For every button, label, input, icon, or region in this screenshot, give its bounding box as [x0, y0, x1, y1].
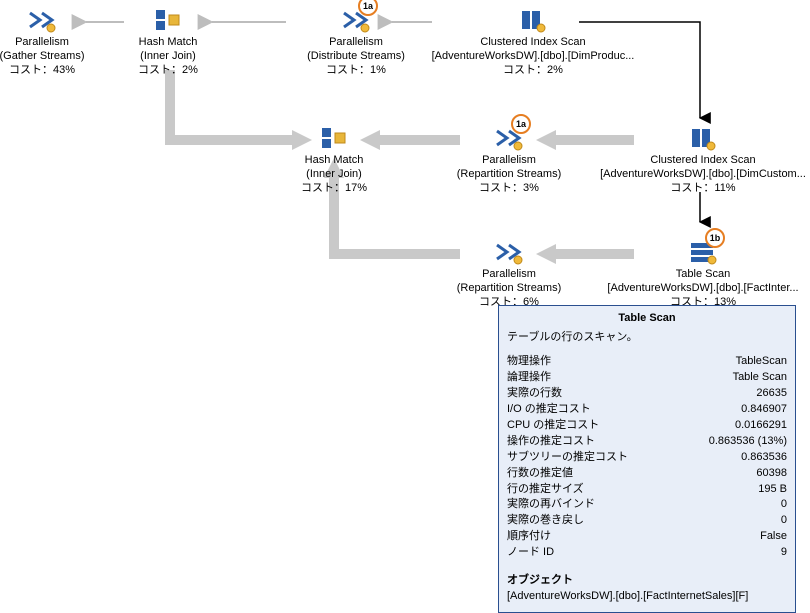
node-title: Clustered Index Scan [418, 36, 648, 50]
parallelism-icon: 1a [493, 124, 525, 152]
node-cost: コスト：3% [424, 182, 594, 196]
tooltip-row: 操作の推定コスト 0.863536 (13%) [507, 434, 787, 450]
tooltip-row-value: TableScan [736, 354, 787, 370]
hash-match-icon [152, 6, 184, 34]
tooltip-row: 行の推定サイズ 195 B [507, 482, 787, 498]
node-parallelism-repartition-2[interactable]: Parallelism (Repartition Streams) コスト：6% [424, 238, 594, 309]
node-parallelism-gather[interactable]: Parallelism (Gather Streams) コスト：43% [0, 6, 112, 77]
tooltip-row-key: 順序付け [507, 529, 551, 545]
node-sub: (Inner Join) [98, 50, 238, 64]
node-title: Table Scan [588, 268, 810, 282]
node-sub: [AdventureWorksDW].[dbo].[DimCustom... [588, 168, 810, 182]
tooltip-row-value: 0.0166291 [735, 418, 787, 434]
tooltip-row: 順序付け False [507, 529, 787, 545]
tooltip-row-key: 実際の再バインド [507, 497, 595, 513]
node-parallelism-repartition-1[interactable]: 1a Parallelism (Repartition Streams) コスト… [424, 124, 594, 195]
badge-1a: 1a [511, 114, 531, 134]
node-sub: (Distribute Streams) [276, 50, 436, 64]
tooltip-row-key: 物理操作 [507, 354, 551, 370]
node-hash-match-2[interactable]: Hash Match (Inner Join) コスト：17% [264, 124, 404, 195]
tooltip-row-key: 行の推定サイズ [507, 482, 584, 498]
tooltip-object-value: [AdventureWorksDW].[dbo].[FactInternetSa… [507, 589, 787, 604]
table-scan-icon: 1b [687, 238, 719, 266]
tooltip-row-value: 60398 [756, 466, 787, 482]
node-clustered-scan-dimcustomer[interactable]: Clustered Index Scan [AdventureWorksDW].… [588, 124, 810, 195]
tooltip-row-value: Table Scan [733, 370, 787, 386]
node-clustered-scan-dimproduct[interactable]: Clustered Index Scan [AdventureWorksDW].… [418, 6, 648, 77]
tooltip-row-value: 9 [781, 545, 787, 561]
tooltip-row-key: 実際の行数 [507, 386, 562, 402]
tooltip-row-key: 操作の推定コスト [507, 434, 595, 450]
node-cost: コスト：1% [276, 64, 436, 78]
node-title: Clustered Index Scan [588, 154, 810, 168]
tooltip-row-value: 0.846907 [741, 402, 787, 418]
node-cost: コスト：2% [98, 64, 238, 78]
node-cost: コスト：43% [0, 64, 112, 78]
node-title: Parallelism [424, 154, 594, 168]
tooltip-row: 論理操作 Table Scan [507, 370, 787, 386]
tooltip-desc: テーブルの行のスキャン。 [507, 328, 787, 344]
tooltip-row-key: CPU の推定コスト [507, 418, 599, 434]
node-sub: (Repartition Streams) [424, 282, 594, 296]
tooltip-row-key: 論理操作 [507, 370, 551, 386]
parallelism-icon: 1a [340, 6, 372, 34]
tooltip-row-value: 195 B [758, 482, 787, 498]
tooltip-row-value: False [760, 529, 787, 545]
badge-1a: 1a [358, 0, 378, 16]
tooltip-row: 実際の行数 26635 [507, 386, 787, 402]
node-sub: (Gather Streams) [0, 50, 112, 64]
tooltip-row-key: 実際の巻き戻し [507, 513, 584, 529]
parallelism-icon [26, 6, 58, 34]
hash-match-icon [318, 124, 350, 152]
tooltip-row: サブツリーの推定コスト 0.863536 [507, 450, 787, 466]
tooltip-title: Table Scan [507, 312, 787, 324]
node-sub: (Repartition Streams) [424, 168, 594, 182]
node-sub: [AdventureWorksDW].[dbo].[FactInter... [588, 282, 810, 296]
tooltip-row-key: I/O の推定コスト [507, 402, 591, 418]
tooltip-row: CPU の推定コスト 0.0166291 [507, 418, 787, 434]
tooltip-row: 物理操作 TableScan [507, 354, 787, 370]
node-cost: コスト：17% [264, 182, 404, 196]
clustered-index-scan-icon [517, 6, 549, 34]
node-cost: コスト：11% [588, 182, 810, 196]
tooltip-row: 行数の推定値 60398 [507, 466, 787, 482]
tooltip-row-key: サブツリーの推定コスト [507, 450, 628, 466]
tooltip-row-value: 26635 [756, 386, 787, 402]
node-sub: (Inner Join) [264, 168, 404, 182]
parallelism-icon [493, 238, 525, 266]
node-sub: [AdventureWorksDW].[dbo].[DimProduc... [418, 50, 648, 64]
tooltip-object-label: オブジェクト [507, 571, 787, 587]
node-title: Hash Match [264, 154, 404, 168]
tooltip-row-value: 0.863536 (13%) [709, 434, 787, 450]
tooltip-row: 実際の巻き戻し 0 [507, 513, 787, 529]
tooltip-row-key: ノード ID [507, 545, 554, 561]
node-title: Parallelism [424, 268, 594, 282]
clustered-index-scan-icon [687, 124, 719, 152]
node-title: Hash Match [98, 36, 238, 50]
tooltip-row: 実際の再バインド 0 [507, 497, 787, 513]
tooltip-row: ノード ID 9 [507, 545, 787, 561]
badge-1b: 1b [705, 228, 725, 248]
node-table-scan[interactable]: 1b Table Scan [AdventureWorksDW].[dbo].[… [588, 238, 810, 309]
tooltip-row-value: 0 [781, 497, 787, 513]
tooltip-row-key: 行数の推定値 [507, 466, 573, 482]
tooltip-row: I/O の推定コスト 0.846907 [507, 402, 787, 418]
node-cost: コスト：2% [418, 64, 648, 78]
node-title: Parallelism [0, 36, 112, 50]
node-parallelism-distribute[interactable]: 1a Parallelism (Distribute Streams) コスト：… [276, 6, 436, 77]
node-hash-match-1[interactable]: Hash Match (Inner Join) コスト：2% [98, 6, 238, 77]
tooltip-row-value: 0.863536 [741, 450, 787, 466]
tooltip-table-scan: Table Scan テーブルの行のスキャン。 物理操作TableScan論理操… [498, 305, 796, 613]
node-title: Parallelism [276, 36, 436, 50]
tooltip-row-value: 0 [781, 513, 787, 529]
